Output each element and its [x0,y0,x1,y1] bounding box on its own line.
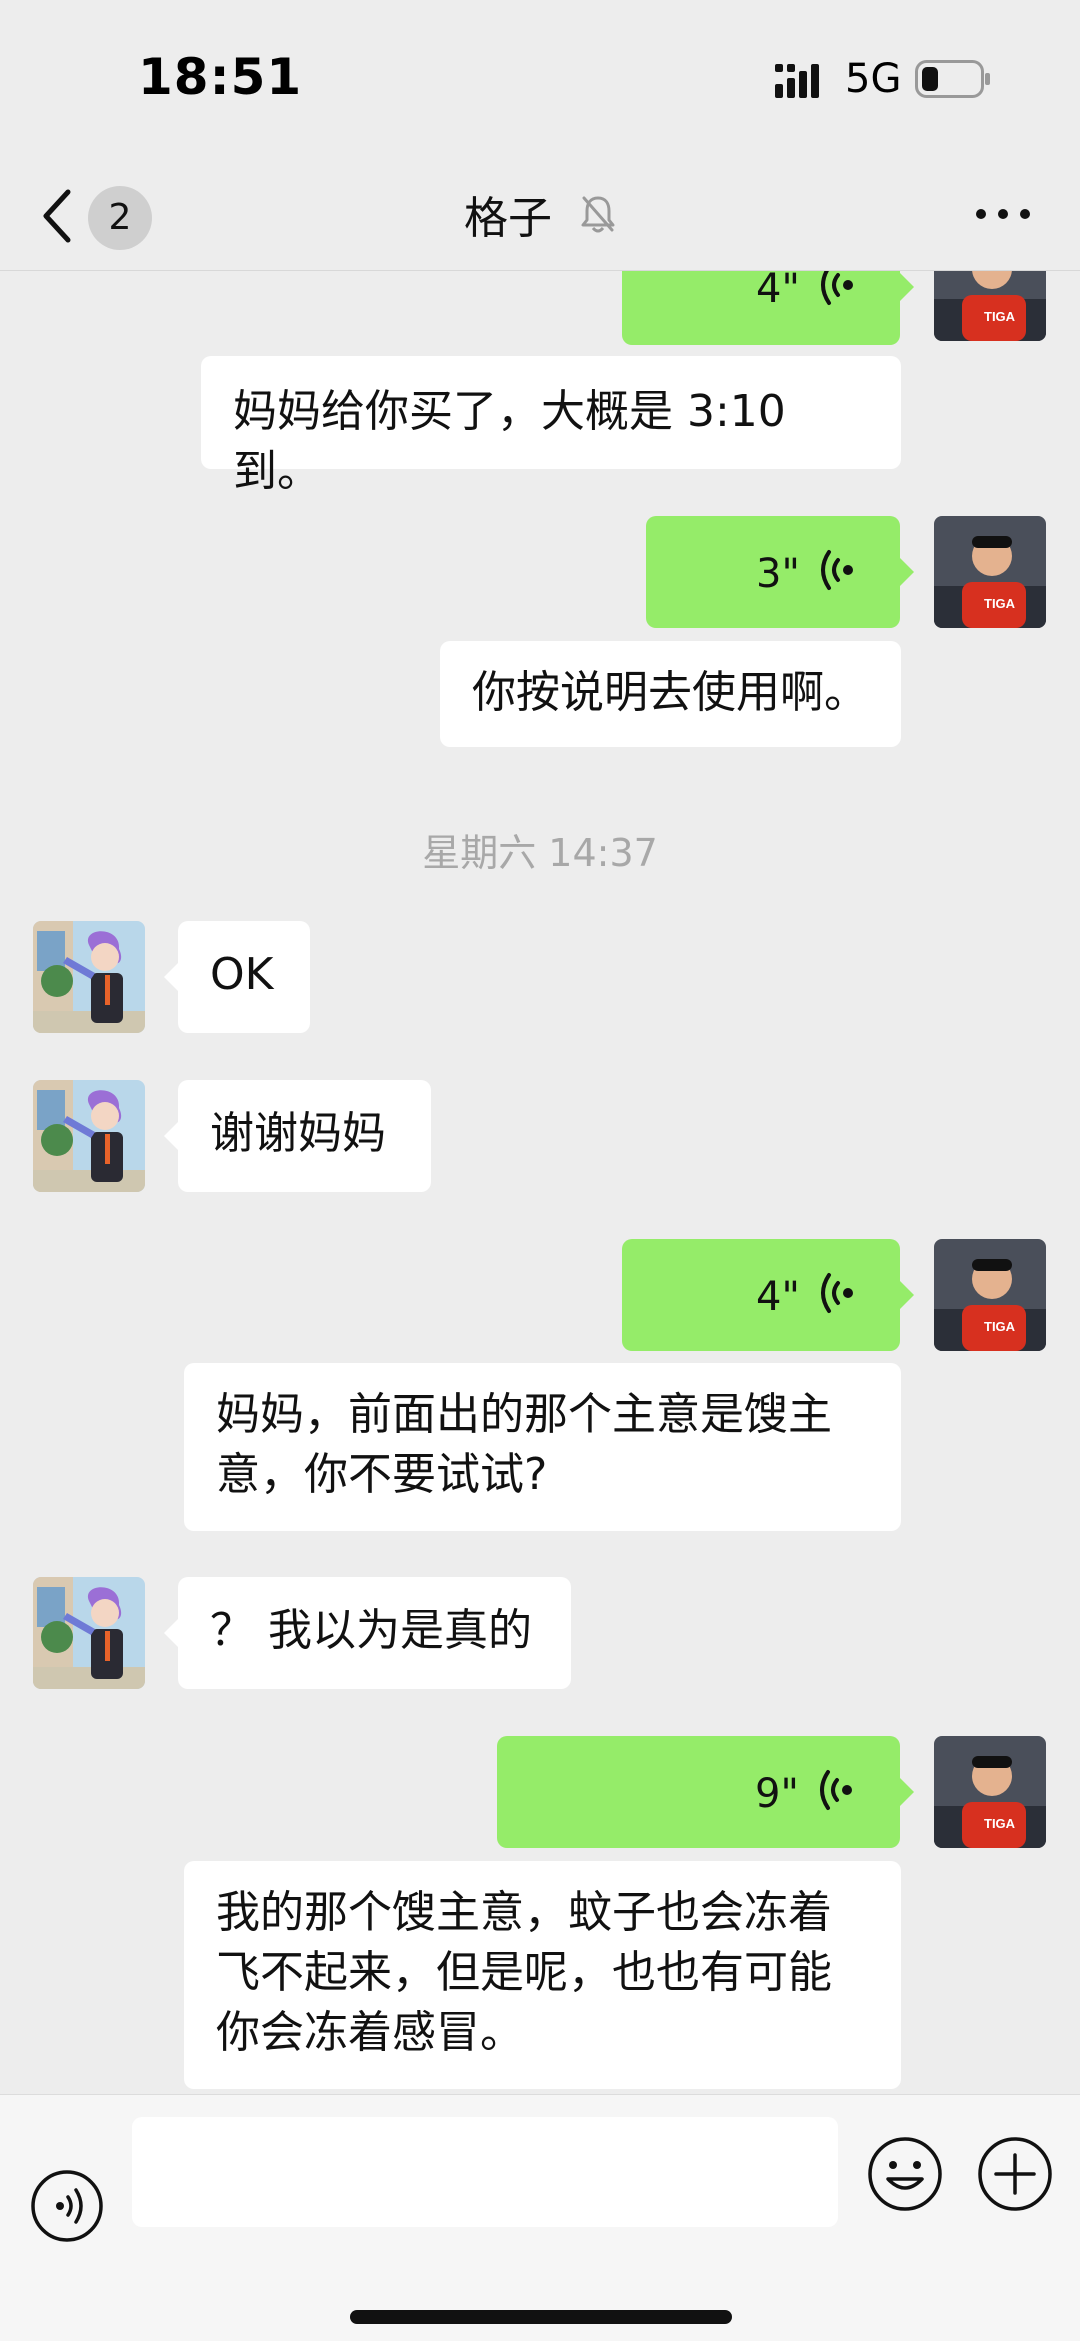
voice-message[interactable]: 3" [646,516,914,628]
avatar-self[interactable]: TIGA [934,271,1046,341]
voice-duration: 3" [756,551,800,597]
plus-icon[interactable] [976,2135,1054,2213]
svg-text:TIGA: TIGA [984,596,1016,611]
voice-message[interactable]: 9" [497,1736,914,1848]
svg-text:TIGA: TIGA [984,1319,1016,1334]
network-label: 5G [845,56,902,102]
status-bar: 18:51 5G [0,0,1080,160]
message-text-line: 你会冻着感冒。 [216,2007,524,2058]
voice-message[interactable]: 4" [622,1239,914,1351]
voice-message[interactable]: 4" [622,271,914,345]
message-text-line: 妈妈，前面出的那个主意是馊主 [216,1389,832,1440]
avatar-self[interactable]: TIGA [934,516,1046,628]
svg-text:TIGA: TIGA [984,309,1016,324]
avatar-self[interactable]: TIGA [934,1736,1046,1848]
message-text-line: 我的那个馊主意，蚊子也会冻着 [216,1887,832,1938]
message-text: 谢谢妈妈 [210,1108,386,1159]
message-list[interactable]: TIGA 4" 妈妈给你买了，大概是 3:10 到。 TIGA 3" 你按说明去… [0,271,1080,2094]
voice-input-icon[interactable] [30,2169,104,2243]
home-indicator[interactable] [350,2310,732,2324]
battery-icon [915,60,990,98]
voice-wave-icon [821,550,853,590]
avatar-contact[interactable] [33,1577,145,1689]
avatar-contact[interactable] [33,921,145,1033]
nav-bar: 2 格子 [0,160,1080,271]
text-message[interactable]: 我的那个馊主意，蚊子也会冻着 飞不起来，但是呢，也也有可能 你会冻着感冒。 [184,1861,901,2089]
message-text-line: 飞不起来，但是呢，也也有可能 [216,1947,832,1998]
svg-text:TIGA: TIGA [984,1816,1016,1831]
message-text: 你按说明去使用啊。 [472,667,868,718]
text-message[interactable]: 妈妈给你买了，大概是 3:10 到。 [201,356,901,497]
message-input[interactable] [132,2117,838,2227]
mute-bell-icon [581,196,615,233]
text-message[interactable]: 你按说明去使用啊。 [440,641,901,747]
message-text: 妈妈给你买了，大概是 3:10 到。 [233,386,786,497]
more-icon[interactable] [975,198,1031,230]
chat-screen: 18:51 5G 2 格子 TIGA 4" 妈妈给你买了，大概是 3:10 到。… [0,0,1080,2341]
avatar-self[interactable]: TIGA [934,1239,1046,1351]
voice-wave-icon [821,271,853,305]
voice-duration: 9" [755,1771,799,1817]
message-text: ？ 我以为是真的 [210,1605,532,1656]
message-timestamp: 星期六 14:37 [422,831,658,875]
chat-title-text: 格子 [464,193,552,244]
text-message[interactable]: OK [164,921,310,1033]
text-message[interactable]: 谢谢妈妈 [164,1080,431,1192]
avatar-contact[interactable] [33,1080,145,1192]
status-time: 18:51 [138,48,303,106]
message-text-line: 意，你不要试试? [216,1449,548,1500]
signal-icon [775,64,819,98]
chat-title: 格子 [0,182,1080,246]
input-bar [0,2094,1080,2341]
voice-duration: 4" [756,1274,800,1320]
voice-wave-icon [821,1273,853,1313]
voice-duration: 4" [756,271,800,312]
emoji-icon[interactable] [866,2135,944,2213]
voice-wave-icon [820,1770,852,1810]
text-message[interactable]: 妈妈，前面出的那个主意是馊主 意，你不要试试? [184,1363,901,1531]
message-text: OK [210,949,274,1000]
text-message[interactable]: ？ 我以为是真的 [164,1577,571,1689]
